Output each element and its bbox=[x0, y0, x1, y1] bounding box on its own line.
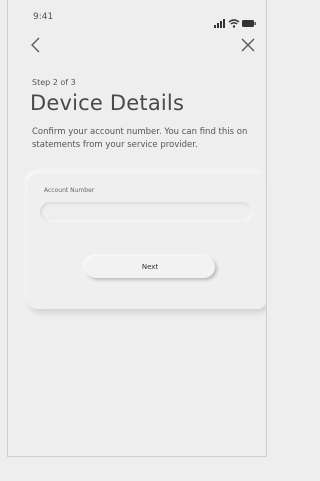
status-icons bbox=[214, 13, 256, 28]
battery-icon bbox=[242, 20, 256, 27]
next-button[interactable]: Next bbox=[85, 256, 215, 278]
chevron-left-icon bbox=[31, 37, 40, 53]
page-description: Confirm your account number. You can fin… bbox=[32, 127, 248, 150]
account-number-input[interactable] bbox=[40, 202, 252, 222]
back-button[interactable] bbox=[29, 35, 45, 55]
signal-icon bbox=[214, 19, 225, 28]
wifi-icon bbox=[228, 19, 240, 28]
phone-screen: 9:41 Step 2 of 3 Device Details Confirm … bbox=[7, 0, 267, 457]
step-indicator: Step 2 of 3 bbox=[32, 78, 76, 87]
account-number-label: Account Number bbox=[44, 187, 95, 194]
close-icon bbox=[241, 38, 255, 52]
status-time: 9:41 bbox=[33, 12, 54, 22]
account-form-card: Account Number Next bbox=[28, 173, 266, 309]
close-button[interactable] bbox=[240, 37, 256, 53]
page-title: Device Details bbox=[30, 91, 185, 115]
